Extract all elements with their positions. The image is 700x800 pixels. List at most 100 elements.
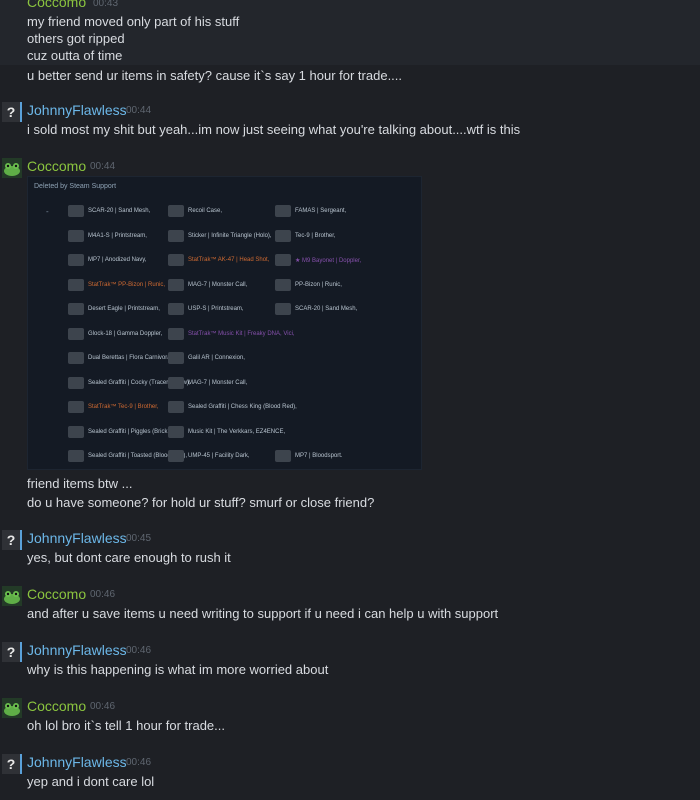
item-thumbnail-icon	[168, 205, 184, 217]
inventory-item: PP-Bizon | Runic,	[275, 277, 342, 293]
inventory-item: StatTrak™ AK-47 | Head Shot,	[168, 252, 269, 268]
inventory-item-label: Tec-9 | Brother,	[295, 232, 336, 239]
item-thumbnail-icon	[275, 278, 291, 291]
inventory-item: SCAR-20 | Sand Mesh,	[68, 203, 150, 219]
timestamp: 00:46	[90, 589, 116, 600]
inventory-item: MAG-7 | Monster Call,	[168, 375, 247, 391]
inventory-item: FAMAS | Sergeant,	[275, 203, 346, 219]
item-thumbnail-icon	[168, 401, 184, 413]
message-line: friend items btw ...	[27, 476, 133, 491]
item-thumbnail-icon	[168, 303, 184, 315]
item-thumbnail-icon	[168, 425, 184, 438]
item-thumbnail-icon	[168, 327, 184, 340]
inventory-item: Sticker | Infinite Triangle (Holo),	[168, 228, 272, 244]
message-line: and after u save items u need writing to…	[27, 606, 499, 621]
inventory-item: Desert Eagle | Printstream,	[68, 301, 160, 317]
inventory-item-label: StatTrak™ AK-47 | Head Shot,	[188, 257, 270, 263]
item-thumbnail-icon	[68, 278, 84, 291]
item-thumbnail-icon	[168, 229, 184, 242]
item-thumbnail-icon	[68, 401, 84, 413]
author-name[interactable]: Coccomo	[27, 158, 86, 174]
message-line: do u have someone? for hold ur stuff? sm…	[27, 495, 375, 510]
inventory-item: M4A1-S | Printstream,	[68, 228, 147, 244]
embedded-inventory-screenshot[interactable]: Deleted by Steam Support - SCAR-20 | San…	[27, 176, 422, 470]
default-avatar-question-icon[interactable]: ?	[2, 530, 22, 550]
inventory-item-label: StatTrak™ PP-Bizon | Runic,	[88, 281, 166, 288]
author-name[interactable]: JohnnyFlawless	[27, 642, 127, 658]
item-thumbnail-icon	[68, 352, 84, 364]
message-line: i sold most my shit but yeah...im now ju…	[27, 122, 521, 137]
inventory-item: Music Kit | The Verkkars, EZ4ENCE,	[168, 424, 285, 440]
inventory-item-label: MP7 | Bloodsport.	[295, 453, 343, 459]
inventory-item: MAG-7 | Monster Call,	[168, 277, 247, 293]
item-thumbnail-icon	[275, 229, 291, 242]
frog-avatar-icon[interactable]	[2, 698, 22, 718]
inventory-item-label: UMP-45 | Facility Dark,	[188, 453, 250, 459]
inventory-item-label: Glock-18 | Gamma Doppler,	[88, 330, 163, 337]
inventory-item-label: Music Kit | The Verkkars, EZ4ENCE,	[188, 428, 286, 435]
author-name[interactable]: Coccomo	[27, 698, 86, 714]
item-thumbnail-icon	[168, 450, 184, 462]
inventory-item-label: Galil AR | Connexion,	[188, 355, 245, 361]
inventory-item-label: SCAR-20 | Sand Mesh,	[88, 208, 151, 214]
item-thumbnail-icon	[275, 303, 291, 315]
item-thumbnail-icon	[68, 205, 84, 217]
item-thumbnail-icon	[168, 254, 184, 266]
default-avatar-question-icon[interactable]: ?	[2, 642, 22, 662]
timestamp: 00:46	[90, 701, 116, 712]
frog-avatar-icon[interactable]	[2, 158, 22, 178]
item-thumbnail-icon	[68, 425, 84, 438]
inventory-item-label: MP7 | Anodized Navy,	[88, 257, 147, 263]
inventory-item-label: Desert Eagle | Printstream,	[88, 306, 160, 312]
item-thumbnail-icon	[68, 327, 84, 340]
timestamp: 00:46	[126, 757, 152, 768]
item-thumbnail-icon	[168, 376, 184, 389]
author-name[interactable]: Coccomo	[27, 586, 86, 602]
timestamp: 00:44	[90, 161, 116, 172]
inventory-item: SCAR-20 | Sand Mesh,	[275, 301, 357, 317]
default-avatar-question-icon[interactable]: ?	[2, 754, 22, 774]
author-name[interactable]: JohnnyFlawless	[27, 754, 127, 770]
inventory-item-label: StatTrak™ Tec-9 | Brother,	[88, 404, 159, 410]
item-thumbnail-icon	[68, 376, 84, 389]
item-thumbnail-icon	[275, 205, 291, 217]
inventory-item-label: FAMAS | Sergeant,	[295, 208, 347, 214]
timestamp: 00:43	[93, 0, 119, 9]
author-name[interactable]: JohnnyFlawless	[27, 102, 127, 118]
inventory-item: USP-S | Printstream,	[168, 301, 244, 317]
inventory-item-label: ★ M9 Bayonet | Doppler,	[295, 257, 362, 264]
item-thumbnail-icon	[68, 229, 84, 242]
inventory-item: Glock-18 | Gamma Doppler,	[68, 326, 162, 342]
inventory-item-label: Sticker | Infinite Triangle (Holo),	[188, 232, 272, 239]
message-line: my friend moved only part of his stuff	[27, 14, 240, 29]
frog-avatar-icon[interactable]	[2, 586, 22, 606]
item-thumbnail-icon	[168, 278, 184, 291]
message-line: oh lol bro it`s tell 1 hour for trade...	[27, 718, 225, 733]
author-name[interactable]: JohnnyFlawless	[27, 530, 127, 546]
inventory-item: ★ M9 Bayonet | Doppler,	[275, 252, 361, 268]
timestamp: 00:45	[126, 533, 152, 544]
inventory-item-label: SCAR-20 | Sand Mesh,	[295, 306, 358, 312]
inventory-item: Recoil Case,	[168, 203, 222, 219]
inventory-item: Galil AR | Connexion,	[168, 350, 245, 366]
item-thumbnail-icon	[68, 303, 84, 315]
inventory-item-label: MAG-7 | Monster Call,	[188, 281, 248, 288]
inventory-item-label: Recoil Case,	[188, 208, 223, 214]
inventory-item: Sealed Graffiti | Piggles (Brick Red),	[68, 424, 184, 440]
message-line: yep and i dont care lol	[27, 774, 155, 789]
inventory-item: MP7 | Bloodsport.	[275, 448, 343, 464]
item-thumbnail-icon	[275, 450, 291, 462]
inventory-item: UMP-45 | Facility Dark,	[168, 448, 250, 464]
inventory-item-label: USP-S | Printstream,	[188, 306, 244, 312]
inventory-item: MP7 | Anodized Navy,	[68, 252, 146, 268]
author-name[interactable]: Coccomo	[27, 0, 86, 10]
default-avatar-question-icon[interactable]: ?	[2, 102, 22, 122]
inventory-item: StatTrak™ PP-Bizon | Runic,	[68, 277, 165, 293]
screenshot-dash: -	[46, 207, 49, 216]
inventory-item-label: Dual Berettas | Flora Carnivora,	[88, 355, 173, 361]
message-line: others got ripped	[27, 31, 125, 46]
message-line: why is this happening is what im more wo…	[27, 662, 329, 677]
inventory-item-label: MAG-7 | Monster Call,	[188, 379, 248, 386]
timestamp: 00:44	[126, 105, 152, 116]
inventory-item: Dual Berettas | Flora Carnivora,	[68, 350, 172, 366]
